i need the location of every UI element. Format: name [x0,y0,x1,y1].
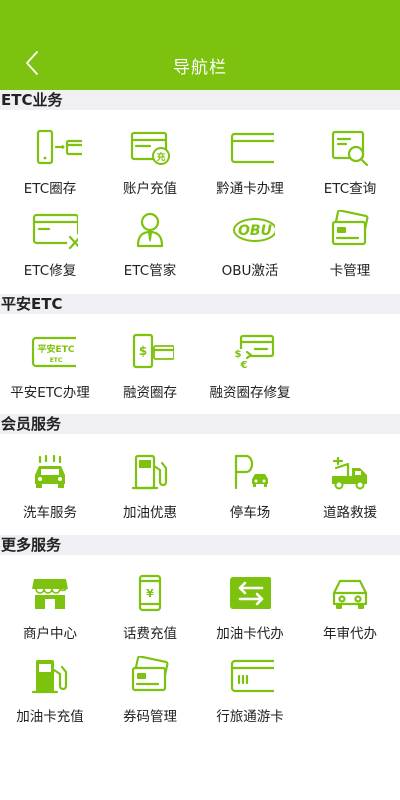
section-header-etc: ETC业务 [0,90,400,110]
grid-item-label: 账户充值 [123,181,177,197]
parking-icon [234,454,268,490]
grid-item-label: 券码管理 [123,709,177,725]
grid-item-phone-recharge[interactable]: ¥ 话费充值 [100,569,200,653]
grid-item-fuel-card-agent[interactable]: 加油卡代办 [200,569,300,653]
svg-text:OBU: OBU [238,223,273,239]
grid-item-etc-repair[interactable]: ETC修复 [0,206,100,290]
grid-item-fuel-card-recharge[interactable]: 加油卡充值 [0,652,100,736]
grid-item-label: 停车场 [229,505,271,521]
grid-item-merchant-center[interactable]: 商户中心 [0,569,100,653]
svg-text:¥: ¥ [146,587,154,600]
finance-repair-icon: $ € [232,334,274,371]
nav-header: 导航栏 [0,0,400,90]
grid-item-label: 融资圈存 [123,385,177,401]
grid-item-label: 话费充值 [123,626,177,642]
grid-item-label: 平安ETC办理 [10,385,90,401]
pingan-etc-card-icon: 平安ETC ETC [31,336,76,368]
butler-icon [136,212,164,248]
coupon-icon [131,656,169,692]
car-wash-icon [35,454,65,488]
svg-text:$: $ [235,349,242,360]
svg-text:$: $ [139,344,147,358]
fuel-pump-icon [131,454,168,490]
grid-item-label: ETC查询 [323,181,377,197]
card-recharge-icon: 充 [130,131,170,165]
transfer-icon [230,577,271,609]
grid-item-label: 加油优惠 [123,505,177,521]
svg-text:充: 充 [156,151,165,163]
grid-item-travel-card[interactable]: 行旅通游卡 [200,652,300,736]
grid-item-etc-load[interactable]: ETC圈存 [0,124,100,208]
grid-item-label: 加油卡充值 [16,709,84,725]
grid-item-coupon-manage[interactable]: 券码管理 [100,652,200,736]
travel-card-icon [230,659,274,693]
section-header-more: 更多服务 [0,535,400,555]
grid-item-etc-butler[interactable]: ETC管家 [100,206,200,290]
finance-card-icon: $ [132,333,174,369]
grid-item-pingan-apply[interactable]: 平安ETC ETC 平安ETC办理 [0,328,100,412]
grid-item-fuel-discount[interactable]: 加油优惠 [100,448,200,532]
grid-item-card-manage[interactable]: 卡管理 [300,206,400,290]
grid-item-label: 年审代办 [323,626,377,642]
grid-item-label: OBU激活 [221,263,279,279]
grid-item-road-rescue[interactable]: 道路救援 [300,448,400,532]
grid-item-label: 卡管理 [329,263,371,279]
grid-item-label: ETC管家 [123,263,177,279]
page-title: 导航栏 [173,58,227,78]
card-repair-icon [32,213,78,250]
grid-item-parking[interactable]: 停车场 [200,448,300,532]
grid-item-label: 洗车服务 [23,505,77,521]
grid-item-account-recharge[interactable]: 充 账户充值 [100,124,200,208]
grid-item-etc-query[interactable]: ETC查询 [300,124,400,208]
grid-item-label: 行旅通游卡 [216,709,284,725]
phone-recharge-icon: ¥ [138,574,162,612]
section-header-member: 会员服务 [0,414,400,434]
section-header-pingan: 平安ETC [0,294,400,314]
grid-item-finance-repair[interactable]: $ € 融资圈存修复 [200,328,300,412]
grid-item-label: 道路救援 [323,505,377,521]
svg-text:平安ETC: 平安ETC [38,343,75,355]
grid-item-finance-load[interactable]: $ 融资圈存 [100,328,200,412]
grid-item-car-wash[interactable]: 洗车服务 [0,448,100,532]
svg-text:€: € [240,360,248,371]
fuel-card-icon [31,660,68,694]
cards-stack-icon [331,210,369,246]
grid-item-annual-inspection[interactable]: 年审代办 [300,569,400,653]
grid-item-obu-activate[interactable]: OBU OBU激活 [200,206,300,290]
phone-card-icon [36,129,82,165]
svg-text:ETC: ETC [50,357,63,364]
grid-item-label: 加油卡代办 [216,626,284,642]
shop-icon [32,579,68,609]
grid-item-card-apply[interactable]: 黔通卡办理 [200,124,300,208]
grid-item-label: ETC修复 [23,263,77,279]
grid-item-label: ETC圈存 [23,181,77,197]
grid-item-label: 融资圈存修复 [209,385,291,401]
card-icon [230,132,274,164]
tow-truck-icon [332,456,367,490]
grid-item-label: 商户中心 [23,626,77,642]
blank-footer-area [0,736,400,800]
card-search-icon [331,130,369,167]
car-icon [332,579,368,609]
obu-icon: OBU [233,218,275,242]
grid-item-label: 黔通卡办理 [216,181,284,197]
